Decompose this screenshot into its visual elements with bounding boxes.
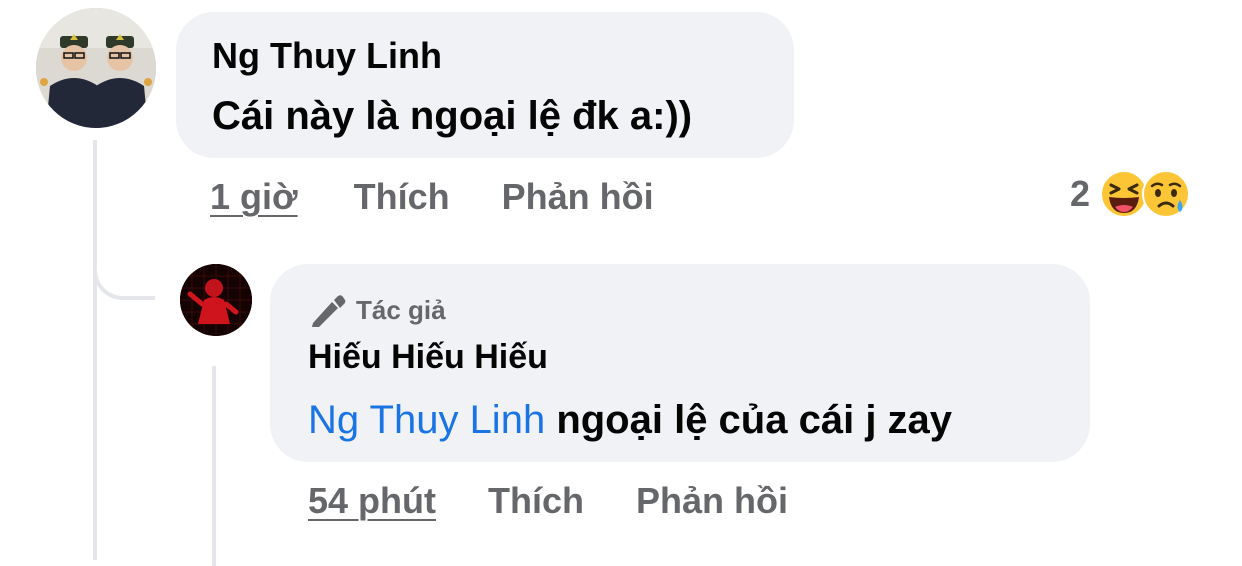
reply-timestamp[interactable]: 54 phút — [308, 480, 436, 522]
reply-reply-button[interactable]: Phản hồi — [636, 480, 788, 522]
reaction-count: 2 — [1070, 173, 1091, 214]
author-badge: Tác giả — [308, 292, 446, 328]
commenter-avatar[interactable] — [36, 8, 156, 128]
comment-text: Cái này là ngoại lệ đk a:)) — [212, 94, 693, 138]
reactions-summary[interactable]: 2 — [1070, 170, 1191, 218]
thread-connector — [93, 238, 155, 300]
reply-author-avatar[interactable] — [180, 264, 252, 336]
avatar-photo-icon — [180, 264, 252, 336]
laughing-emoji-icon — [1100, 170, 1149, 218]
reply-button[interactable]: Phản hồi — [502, 176, 654, 218]
sad-tear-emoji-icon — [1142, 170, 1191, 218]
comment-author-name[interactable]: Ng Thuy Linh — [212, 38, 442, 74]
author-badge-label: Tác giả — [356, 294, 446, 325]
reply-like-button[interactable]: Thích — [488, 480, 584, 522]
reply-thread-line — [212, 366, 216, 566]
comment-actions: 1 giờ Thích Phản hồi — [210, 176, 654, 218]
mention-link[interactable]: Ng Thuy Linh — [308, 398, 545, 442]
pen-icon — [312, 295, 346, 327]
comment-timestamp[interactable]: 1 giờ — [210, 176, 298, 218]
reply-actions: 54 phút Thích Phản hồi — [308, 480, 788, 522]
reply-author-name[interactable]: Hiếu Hiếu Hiếu — [308, 340, 548, 374]
avatar-photo-icon — [36, 8, 156, 128]
reply-text: Ng Thuy Linh ngoại lệ của cái j zay — [308, 398, 952, 443]
thread-line — [93, 140, 97, 560]
reply-text-body: ngoại lệ của cái j zay — [556, 398, 953, 442]
like-button[interactable]: Thích — [354, 176, 450, 218]
